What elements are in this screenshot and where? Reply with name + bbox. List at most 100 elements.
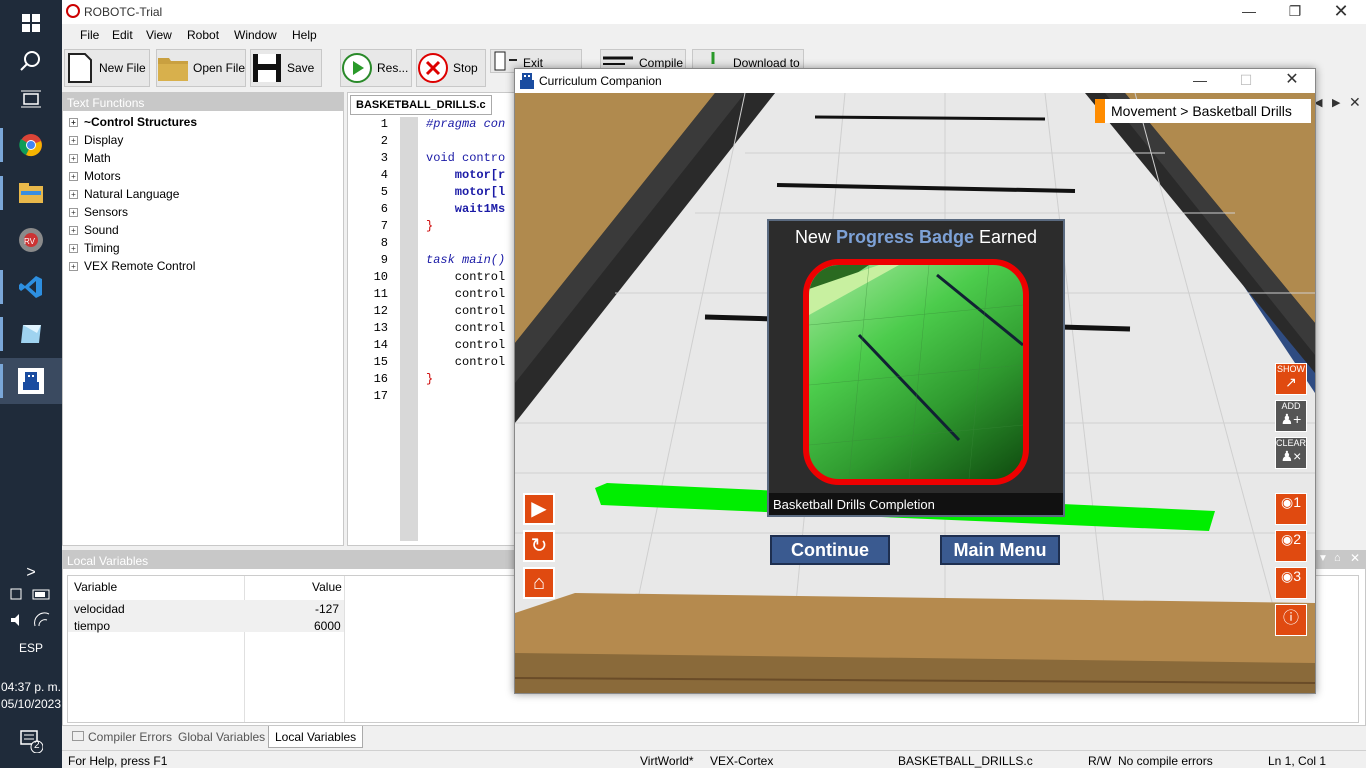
- robot-info-button[interactable]: ⓘ: [1275, 604, 1307, 636]
- tree-item-timing[interactable]: + Timing: [69, 241, 120, 255]
- code-line: control: [426, 270, 506, 284]
- tab-scroll-right-icon[interactable]: ▶: [1332, 96, 1340, 109]
- menu-view[interactable]: View: [146, 28, 172, 42]
- robotc-taskbar-icon[interactable]: [0, 358, 62, 404]
- resume-button[interactable]: Res...: [340, 49, 412, 87]
- add-marker-button[interactable]: ADD ♟+: [1275, 400, 1307, 432]
- tree-item-math[interactable]: + Math: [69, 151, 111, 165]
- expand-icon[interactable]: +: [69, 117, 78, 127]
- continue-button[interactable]: Continue: [770, 535, 890, 565]
- curriculum-companion-window: Curriculum Companion — ☐ ✕ Movement > Ba…: [514, 68, 1316, 694]
- expand-icon[interactable]: +: [69, 171, 78, 181]
- column-header-variable[interactable]: Variable: [74, 580, 117, 594]
- line-number: 9: [380, 253, 388, 267]
- tab-compiler-errors[interactable]: Compiler Errors: [66, 726, 178, 748]
- camera-3-button[interactable]: ◉3: [1275, 567, 1307, 599]
- tree-item-motors[interactable]: + Motors: [69, 169, 121, 183]
- save-button[interactable]: Save: [250, 49, 322, 87]
- tab-close-icon[interactable]: ✕: [1349, 94, 1361, 111]
- close-button[interactable]: ✕: [1318, 0, 1364, 24]
- menu-bar: File Edit View Robot Window Help: [62, 24, 1366, 46]
- menu-window[interactable]: Window: [234, 28, 277, 42]
- menu-help[interactable]: Help: [292, 28, 317, 42]
- panel-pin-icon[interactable]: ⌂: [1334, 552, 1341, 564]
- language-indicator[interactable]: ESP: [0, 641, 62, 655]
- tree-item-label: Sensors: [84, 205, 129, 219]
- virtual-world-icon[interactable]: [0, 311, 62, 357]
- main-menu-button[interactable]: Main Menu: [940, 535, 1060, 565]
- show-path-button[interactable]: SHOW ↗: [1275, 363, 1307, 395]
- editor-tab[interactable]: BASKETBALL_DRILLS.c: [350, 95, 492, 115]
- camera-number: 3: [1293, 568, 1301, 584]
- clear-label: CLEAR: [1276, 438, 1307, 448]
- code-line: void contro: [426, 151, 506, 165]
- menu-file[interactable]: File: [80, 28, 99, 42]
- tree-item-natural-language[interactable]: + Natural Language: [69, 187, 179, 201]
- companion-minimize-button[interactable]: —: [1177, 69, 1223, 93]
- expand-icon[interactable]: +: [69, 189, 78, 199]
- task-view-icon[interactable]: [0, 76, 62, 122]
- expand-icon[interactable]: +: [69, 243, 78, 253]
- chrome-icon[interactable]: [0, 122, 62, 168]
- stop-button[interactable]: Stop: [416, 49, 486, 87]
- status-world: VirtWorld*: [640, 754, 694, 768]
- clock-time[interactable]: 04:37 p. m.: [0, 680, 62, 694]
- variable-value[interactable]: -127: [315, 602, 339, 616]
- tab-label: Global Variables: [178, 730, 266, 744]
- panel-close-icon[interactable]: ✕: [1350, 551, 1360, 565]
- tree-item-vex-remote-control[interactable]: + VEX Remote Control: [69, 259, 195, 273]
- open-file-button[interactable]: Open File: [156, 49, 246, 87]
- restore-button[interactable]: ❐: [1272, 0, 1318, 24]
- line-number: 2: [380, 134, 388, 148]
- expand-icon[interactable]: +: [69, 261, 78, 271]
- variable-name[interactable]: velocidad: [74, 602, 125, 616]
- clear-markers-button[interactable]: CLEAR ♟×: [1275, 437, 1307, 469]
- variable-name[interactable]: tiempo: [74, 619, 110, 633]
- show-label: SHOW: [1277, 364, 1305, 374]
- column-header-value[interactable]: Value: [312, 580, 342, 594]
- code-editor[interactable]: BASKETBALL_DRILLS.c 1 2 3 4 5 6 7 8 9 10…: [347, 92, 517, 546]
- tree-item-display[interactable]: + Display: [69, 133, 123, 147]
- notifications-icon[interactable]: 2: [0, 718, 62, 764]
- add-label: ADD: [1281, 401, 1301, 411]
- status-help: For Help, press F1: [68, 754, 168, 768]
- code-line: #pragma con: [426, 117, 506, 131]
- tab-global-variables[interactable]: Global Variables: [172, 726, 271, 748]
- tab-local-variables[interactable]: Local Variables: [268, 726, 364, 748]
- tree-item-label: Sound: [84, 223, 119, 237]
- expand-icon[interactable]: +: [69, 135, 78, 145]
- expand-icon[interactable]: +: [69, 207, 78, 217]
- menu-robot[interactable]: Robot: [187, 28, 219, 42]
- status-mode: R/W: [1088, 754, 1112, 768]
- new-file-button[interactable]: New File: [64, 49, 150, 87]
- play-icon[interactable]: ▶: [523, 493, 555, 525]
- file-explorer-icon[interactable]: [0, 170, 62, 216]
- camera-1-button[interactable]: ◉1: [1275, 493, 1307, 525]
- companion-maximize-button[interactable]: ☐: [1223, 69, 1269, 93]
- menu-edit[interactable]: Edit: [112, 28, 133, 42]
- expand-icon[interactable]: +: [69, 153, 78, 163]
- panel-dropdown-icon[interactable]: ▼: [1318, 553, 1328, 564]
- vscode-icon[interactable]: [0, 264, 62, 310]
- stop-icon: [418, 53, 448, 83]
- robot-app-icon[interactable]: RV: [0, 217, 62, 263]
- camera-icon: ◉: [1280, 531, 1294, 547]
- volume-network-icons[interactable]: [0, 602, 62, 638]
- clock-date[interactable]: 05/10/2023: [0, 697, 62, 711]
- tree-item-control-structures[interactable]: + ~Control Structures: [69, 115, 197, 129]
- home-icon[interactable]: ⌂: [523, 567, 555, 599]
- tree-item-sensors[interactable]: + Sensors: [69, 205, 128, 219]
- line-number: 11: [373, 287, 388, 301]
- virtual-world-scene[interactable]: Movement > Basketball Drills New Progres…: [515, 93, 1315, 693]
- companion-close-button[interactable]: ✕: [1269, 69, 1315, 93]
- tree-item-sound[interactable]: + Sound: [69, 223, 119, 237]
- variable-value[interactable]: 6000: [314, 619, 341, 633]
- expand-icon[interactable]: +: [69, 225, 78, 235]
- tab-icon: [72, 731, 84, 741]
- reset-icon[interactable]: ↻: [523, 530, 555, 562]
- code-line: control: [426, 355, 506, 369]
- camera-number: 1: [1293, 494, 1301, 510]
- minimize-button[interactable]: —: [1226, 0, 1272, 24]
- tree-item-label: Math: [84, 151, 111, 165]
- camera-2-button[interactable]: ◉2: [1275, 530, 1307, 562]
